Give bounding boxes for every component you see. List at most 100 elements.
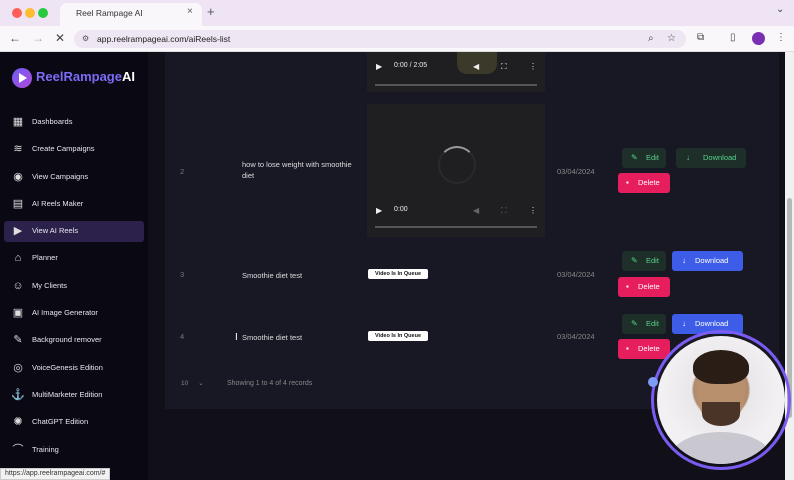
webcam-overlay [657,336,785,464]
new-tab-icon[interactable]: + [207,4,215,19]
sidebar-item-voicegenesis-edition[interactable]: ◎ VoiceGenesis Edition [4,358,144,379]
delete-button[interactable]: ▪ Delete [618,277,670,297]
video-time: 0:00 / 2:05 [394,62,428,69]
delete-button[interactable]: ▪ Delete [618,173,670,193]
sidebar-item-background-remover[interactable]: ✎ Background remover [4,330,144,351]
video-time: 0:00 [394,206,408,213]
address-bar[interactable]: ⚙ app.reelrampageai.com/aiReels-list ⌕ ☆ [74,30,686,48]
row-title: Smoothie diet test [242,271,303,280]
play-icon[interactable]: ▶ [376,206,382,215]
sidebar-item-multimarketer-edition[interactable]: ⚓ MultiMarketer Edition [4,385,144,406]
sidebar-item-view-campaigns[interactable]: ◉ View Campaigns [4,167,144,188]
video-player-top[interactable]: ▶ 0:00 / 2:05 ◀ ⛶ ⋮ [367,52,545,92]
edit-icon: ✎ [631,256,638,265]
chevron-down-icon: ⌄ [198,380,204,387]
image-icon: ▣ [12,307,24,319]
mute-icon[interactable]: ◀ [473,206,479,215]
play-icon[interactable]: ▶ [376,62,382,71]
sidebar-item-label: My Clients [32,281,68,290]
sidebar-item-label: View AI Reels [32,226,79,235]
delete-label: Delete [638,178,660,187]
browser-toolbar: ← → ✕ ⚙ app.reelrampageai.com/aiReels-li… [0,26,794,52]
voice-icon: ◎ [13,362,23,374]
download-button[interactable]: ↓ Download [672,251,743,271]
sidebar-item-planner[interactable]: ⌂ Planner [4,248,144,269]
edit-button[interactable]: ✎ Edit [622,148,666,168]
url-text: app.reelrampageai.com/aiReels-list [97,34,231,44]
minimize-window-button[interactable] [25,8,35,18]
sidebar-item-dashboards[interactable]: ▦ Dashboards [4,112,144,133]
bank-icon: ⌂ [14,252,22,264]
webcam-shirt [671,432,771,464]
site-info-icon[interactable]: ⚙ [82,34,89,43]
extensions-icon[interactable]: ⧉ [697,32,704,43]
tab-close-icon[interactable]: × [187,6,193,17]
mute-icon[interactable]: ◀ [473,62,479,71]
page-size-select[interactable]: 10 ⌄ [181,379,211,391]
download-icon: ↓ [682,319,686,328]
row-number: 2 [180,167,185,176]
download-button[interactable]: ↓ Download [676,148,746,168]
sidebar-item-view-ai-reels[interactable]: ▶ View AI Reels [4,221,144,242]
profile-avatar[interactable] [752,32,765,45]
row-title: how to lose weight with smoothie diet [242,160,352,180]
download-label: Download [695,319,729,328]
sidebar-item-training[interactable]: ⌒ Training [4,440,144,461]
maximize-window-button[interactable] [38,8,48,18]
pagination-info: Showing 1 to 4 of 4 records [227,380,313,387]
back-icon[interactable]: ← [9,31,21,45]
stop-loading-icon[interactable]: ✕ [55,31,65,45]
trash-icon: ▪ [626,282,629,291]
status-badge: Video Is In Queue [368,269,428,279]
sidebar-item-label: ChatGPT Edition [32,417,89,426]
fullscreen-icon[interactable]: ⛶ [501,206,507,216]
sidebar-item-create-campaigns[interactable]: ≋ Create Campaigns [4,139,144,160]
edit-button[interactable]: ✎ Edit [622,251,666,271]
video-options-icon[interactable]: ⋮ [529,62,537,71]
sidebar-item-label: AI Reels Maker [32,199,84,208]
zoom-icon[interactable]: ⌕ [648,33,654,44]
delete-button[interactable]: ▪ Delete [618,339,670,359]
video-options-icon[interactable]: ⋮ [529,206,537,215]
row-date: 03/04/2024 [557,270,595,279]
forward-icon[interactable]: → [32,31,44,45]
sidebar-item-my-clients[interactable]: ☺ My Clients [4,276,144,297]
edit-icon: ✎ [631,319,638,328]
sidebar-item-label: Background remover [32,335,102,344]
browser-menu-icon[interactable]: ⋮ [776,32,786,43]
text-cursor-icon: I [235,332,238,343]
cap-icon: ⌒ [12,444,24,456]
openai-icon: ✺ [13,416,23,428]
tab-search-icon[interactable]: ⌄ [776,4,784,15]
webcam-beard [702,402,740,426]
row-number: 3 [180,270,185,279]
eye-icon: ◉ [13,171,23,183]
fullscreen-icon[interactable]: ⛶ [501,62,507,72]
row-title: Smoothie diet test [242,333,303,342]
row-date: 03/04/2024 [557,167,595,176]
video-progress-bar[interactable] [375,84,537,86]
webcam-hair [693,350,749,384]
edit-label: Edit [646,256,659,265]
sidebar-item-label: MultiMarketer Edition [32,390,103,399]
sidebar-item-ai-image-generator[interactable]: ▣ AI Image Generator [4,303,144,324]
video-progress-bar[interactable] [375,226,537,228]
download-icon: ↓ [686,153,690,162]
loading-spinner-icon [438,146,476,184]
close-window-button[interactable] [12,8,22,18]
sidebar-item-ai-reels-maker[interactable]: ▤ AI Reels Maker [4,194,144,215]
webcam-indicator-dot [648,377,658,387]
edit-label: Edit [646,319,659,328]
grid-icon: ▦ [12,116,24,128]
status-bar-url: https://app.reelrampageai.com/# [0,468,111,480]
bookmark-star-icon[interactable]: ☆ [667,33,676,44]
side-panel-icon[interactable]: ▯ [730,32,736,43]
sidebar-item-chatgpt-edition[interactable]: ✺ ChatGPT Edition [4,412,144,433]
logo-play-icon [19,73,27,83]
delete-label: Delete [638,344,660,353]
browser-tab[interactable]: Reel Rampage AI × [60,3,202,26]
logo-text[interactable]: ReelRampageAI [36,69,135,84]
edit-button[interactable]: ✎ Edit [622,314,666,334]
edit-icon: ✎ [631,153,638,162]
sidebar-item-label: Planner [32,253,58,262]
